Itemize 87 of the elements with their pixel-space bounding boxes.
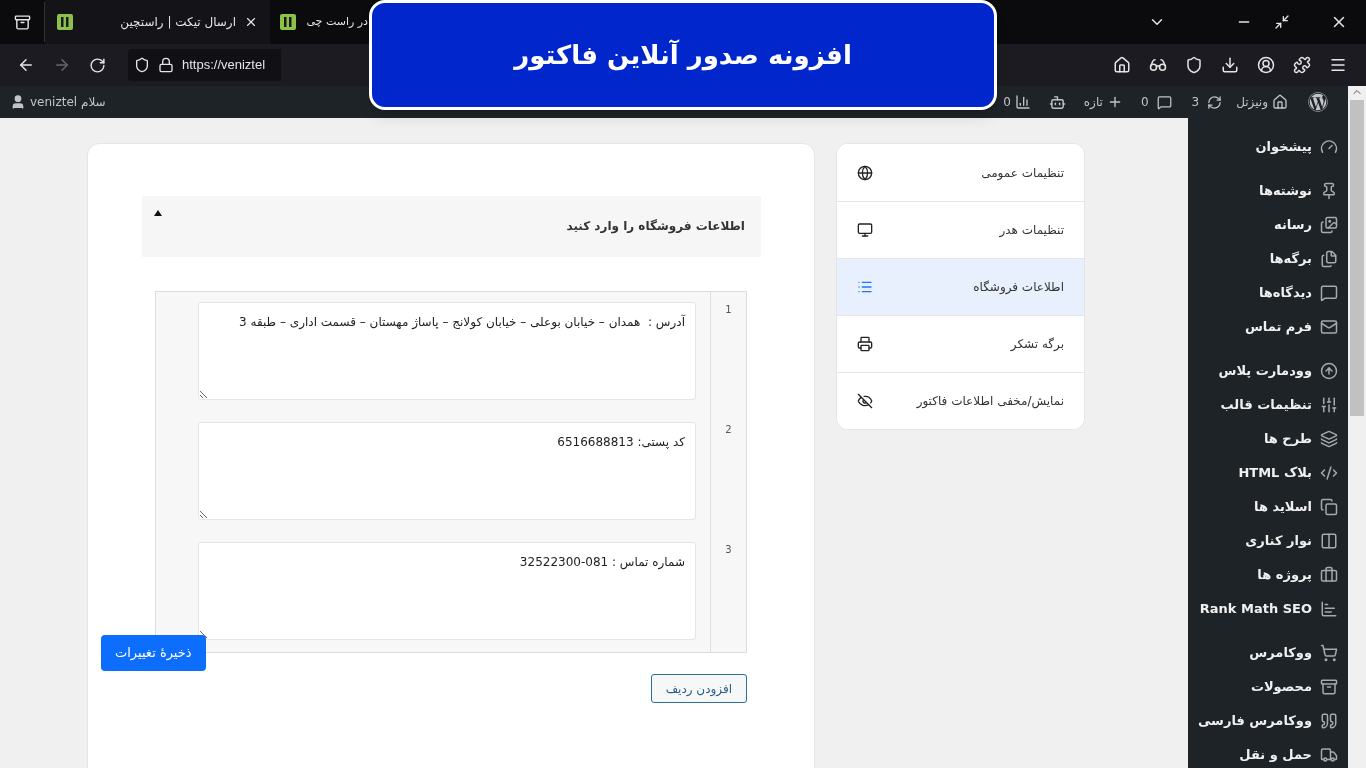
sidebar-item[interactable]: اسلاید ها	[1188, 490, 1348, 524]
gauge-icon	[1320, 138, 1338, 156]
tab-title: در راست چی	[305, 13, 368, 30]
collapse-icon[interactable]	[154, 210, 162, 216]
code-icon	[1320, 464, 1338, 482]
comment-icon	[1156, 94, 1172, 110]
account-link[interactable]: سلام veniztel	[10, 93, 106, 111]
refresh-icon	[1207, 94, 1223, 110]
sidebar-item[interactable]: دیدگاه‌ها	[1188, 276, 1348, 310]
sidebar-item[interactable]: وودمارت پلاس	[1188, 354, 1348, 388]
download-icon[interactable]	[1221, 56, 1239, 74]
sidebar-item[interactable]: حمل و نقل	[1188, 738, 1348, 768]
sidebar-item[interactable]: فرم تماس	[1188, 310, 1348, 344]
lock-icon	[158, 57, 174, 73]
new-link[interactable]: تازه	[1083, 93, 1123, 111]
arrow-circle-icon	[1320, 362, 1338, 380]
sidebar-item[interactable]: محصولات	[1188, 670, 1348, 704]
columns-icon	[1320, 532, 1338, 550]
pin-icon	[1320, 182, 1338, 200]
site-link[interactable]: ونیزتل	[1236, 93, 1288, 111]
sidebar-item[interactable]: Rank Math SEO	[1188, 592, 1348, 626]
sidebar-item[interactable]: نوار کناری	[1188, 524, 1348, 558]
comments-link[interactable]: 0	[1140, 93, 1172, 111]
copy-icon	[1320, 498, 1338, 516]
row-number: 3	[725, 543, 732, 556]
reload-icon[interactable]	[89, 56, 106, 74]
sidebar-item[interactable]: رسانه	[1188, 208, 1348, 242]
sliders-icon	[1320, 396, 1338, 414]
truck-icon	[1320, 746, 1338, 764]
mail-icon	[1320, 318, 1338, 336]
eye-off-icon	[857, 393, 873, 409]
account-icon[interactable]	[1257, 56, 1275, 74]
section-header[interactable]: اطلاعات فروشگاه را وارد کنید	[142, 196, 761, 257]
banner-title: افزونه صدور آنلاین فاکتور	[514, 38, 852, 73]
monitor-icon	[857, 222, 873, 238]
save-button[interactable]: ذخیرهٔ تغییرات	[101, 635, 206, 671]
site-logo-icon	[57, 14, 73, 30]
back-icon[interactable]	[17, 56, 35, 74]
url-text: https://veniztel	[182, 56, 266, 75]
url-field[interactable]: https://veniztel	[128, 49, 281, 81]
images-icon	[1320, 216, 1338, 234]
tab-title: ارسال تیکت | راستچین	[119, 14, 236, 31]
printer-icon	[857, 336, 873, 352]
settings-tab[interactable]: اطلاعات فروشگاه	[837, 258, 1084, 315]
robot-icon[interactable]	[1048, 93, 1066, 111]
row-number: 2	[725, 423, 732, 436]
section-title: اطلاعات فروشگاه را وارد کنید	[566, 218, 745, 235]
briefcase-icon	[1320, 566, 1338, 584]
sidebar-item[interactable]: ووکامرس	[1188, 636, 1348, 670]
shield-icon	[134, 57, 150, 73]
user-icon	[10, 94, 26, 110]
browser-tab[interactable]: ارسال تیکت | راستچین	[45, 0, 270, 44]
sidebar-item[interactable]: پروژه ها	[1188, 558, 1348, 592]
chart-icon	[1014, 94, 1031, 110]
files-icon	[1320, 250, 1338, 268]
row-number: 1	[725, 303, 732, 316]
restore-icon[interactable]	[1274, 14, 1290, 30]
home-icon	[1272, 94, 1288, 110]
sidebar-item[interactable]: پیشخوان	[1188, 130, 1348, 164]
chart-icon	[1320, 600, 1338, 618]
sidebar-item[interactable]: برگه‌ها	[1188, 242, 1348, 276]
layers-icon	[1320, 430, 1338, 448]
sidebar-item[interactable]: ووکامرس فارسی	[1188, 704, 1348, 738]
browser-tab[interactable]: در راست چی	[270, 0, 370, 44]
close-tab-icon[interactable]	[244, 15, 258, 29]
row-textarea[interactable]: کد پستی: 6516688813	[198, 422, 696, 520]
sidebar-item[interactable]: طرح ها	[1188, 422, 1348, 456]
comment-icon	[1320, 284, 1338, 302]
seo-link[interactable]: 0	[1003, 93, 1031, 111]
wordpress-logo-icon[interactable]	[1308, 92, 1328, 112]
settings-tab[interactable]: نمایش/مخفی اطلاعات فاکتور	[837, 372, 1084, 429]
sidebar-item[interactable]: بلاک HTML	[1188, 456, 1348, 490]
menu-icon[interactable]	[1329, 56, 1347, 74]
home-icon[interactable]	[1113, 56, 1131, 74]
cart-icon	[1320, 644, 1338, 662]
extensions-icon[interactable]	[1293, 56, 1311, 74]
globe-icon	[857, 164, 873, 181]
quote-icon	[1320, 712, 1338, 730]
site-logo-icon	[280, 14, 296, 30]
add-row-button[interactable]: افزودن ردیف	[650, 674, 747, 703]
sidebar-item[interactable]: تنظیمات قالب	[1188, 388, 1348, 422]
updates-link[interactable]: 3	[1191, 93, 1223, 111]
list-icon	[857, 279, 873, 295]
row-textarea[interactable]: آدرس : همدان – خیابان بوعلی – خیابان کولانج – پاساژ مهستان – قسمت اداری – طبقه 3	[198, 302, 696, 400]
sidebar-item[interactable]: نوشته‌ها	[1188, 174, 1348, 208]
archive-icon	[1320, 678, 1338, 696]
row-textarea[interactable]: شماره تماس : 081-32522300	[198, 542, 696, 640]
